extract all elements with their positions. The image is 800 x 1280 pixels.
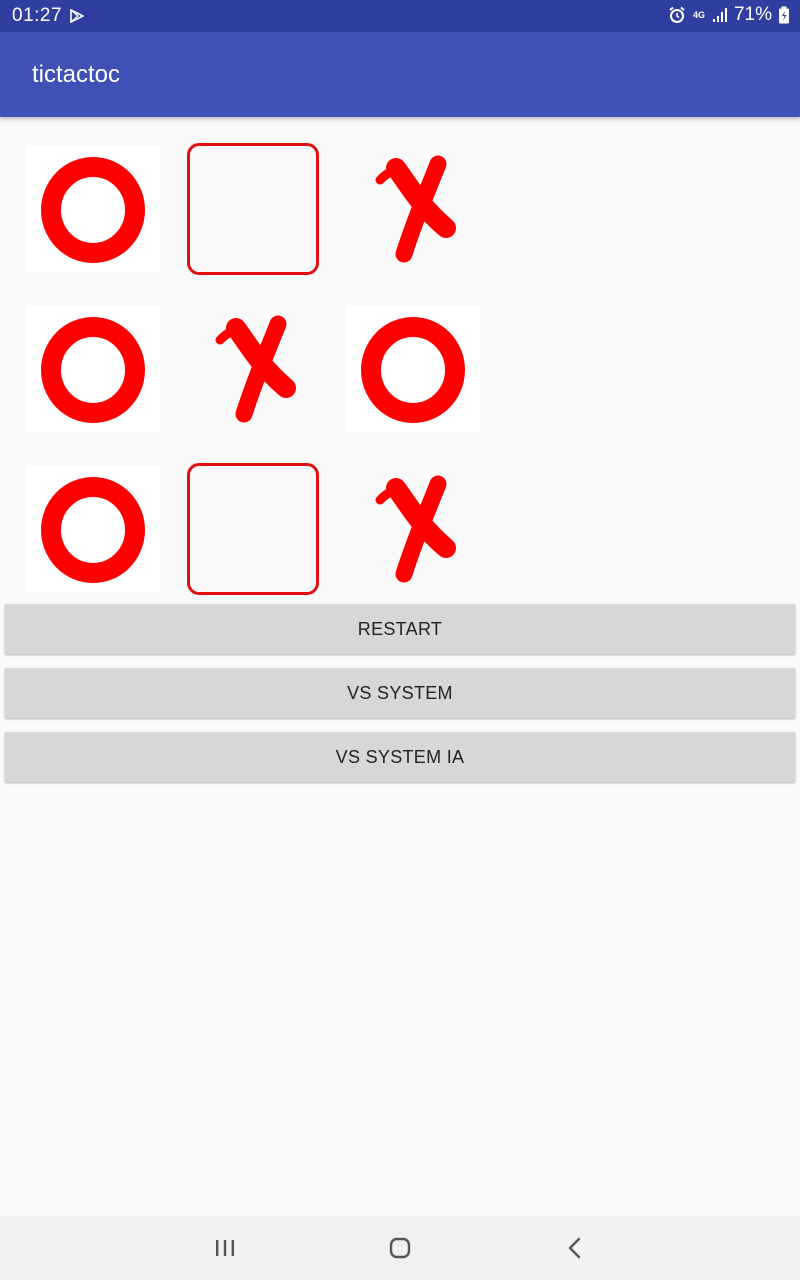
app-bar: tictactoc bbox=[0, 32, 800, 117]
board-cell-0-1[interactable] bbox=[186, 143, 320, 275]
navigation-bar bbox=[0, 1216, 800, 1280]
status-time: 01:27 bbox=[12, 5, 63, 26]
battery-percent: 71% bbox=[733, 4, 772, 25]
vs-system-button[interactable]: VS SYSTEM bbox=[5, 668, 795, 718]
recents-icon bbox=[216, 1240, 234, 1256]
board-cell-2-0[interactable] bbox=[26, 466, 160, 592]
board-cell-1-1[interactable] bbox=[186, 306, 320, 432]
play-store-icon bbox=[70, 9, 84, 23]
back-button[interactable] bbox=[551, 1232, 599, 1264]
network-type: 4G bbox=[692, 9, 705, 20]
battery-icon bbox=[779, 6, 789, 24]
vs-system-ia-button[interactable]: VS SYSTEM IA bbox=[5, 732, 795, 782]
o-mark-icon bbox=[41, 157, 145, 263]
alarm-icon bbox=[669, 6, 685, 23]
board-cell-0-2[interactable] bbox=[346, 146, 480, 272]
restart-button[interactable]: RESTART bbox=[5, 604, 795, 654]
home-button[interactable] bbox=[376, 1232, 424, 1264]
board-cell-0-0[interactable] bbox=[26, 146, 160, 272]
empty-cell-box bbox=[187, 143, 319, 275]
x-mark-icon bbox=[375, 475, 456, 583]
board-cell-1-2[interactable] bbox=[346, 306, 480, 432]
signal-icon bbox=[712, 8, 727, 22]
app-title: tictactoc bbox=[32, 61, 121, 88]
home-icon bbox=[389, 1237, 411, 1259]
board-cell-1-0[interactable] bbox=[26, 306, 160, 432]
x-mark-icon bbox=[215, 315, 296, 423]
o-mark-icon bbox=[41, 477, 145, 583]
board-cell-2-2[interactable] bbox=[346, 466, 480, 592]
o-mark-icon bbox=[361, 317, 465, 423]
board-cell-2-1[interactable] bbox=[186, 463, 320, 595]
recents-button[interactable] bbox=[201, 1232, 249, 1264]
status-bar: 01:27 4G 71% bbox=[0, 0, 800, 32]
status-icons: 4G 71% bbox=[668, 4, 790, 26]
x-mark-icon bbox=[375, 155, 456, 263]
empty-cell-box bbox=[187, 463, 319, 595]
back-icon bbox=[568, 1237, 581, 1259]
o-mark-icon bbox=[41, 317, 145, 423]
